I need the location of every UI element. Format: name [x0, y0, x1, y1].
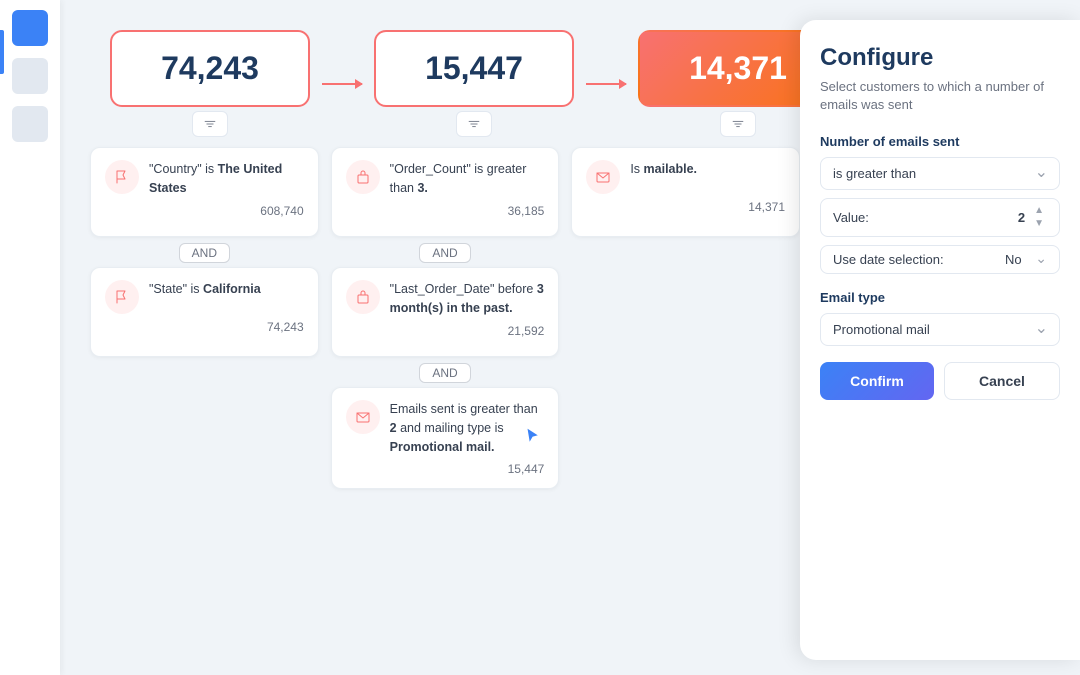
date-selection-label: Use date selection: [833, 252, 944, 267]
metric-box-1: 74,243 [110, 30, 310, 107]
email-type-select-wrapper[interactable]: Promotional mail Newsletter Transactiona… [820, 313, 1060, 346]
condition-card-order-count[interactable]: "Order_Count" is greater than 3. 36,185 [331, 147, 560, 237]
value-decrement[interactable]: ▼ [1031, 218, 1047, 230]
condition-text-order: "Order_Count" is greater than 3. [390, 160, 545, 198]
sidebar [0, 0, 60, 675]
sidebar-icon-gray-1[interactable] [12, 58, 48, 94]
condition-text-mailable: Is mailable. [630, 160, 697, 179]
metric-col-1: 74,243 [110, 30, 310, 137]
and-badge-3: AND [419, 363, 470, 383]
date-select-wrapper[interactable]: No Yes [1005, 252, 1047, 267]
value-label: Value: [833, 210, 869, 225]
metric-value-2: 15,447 [406, 50, 542, 87]
condition-card-mailable[interactable]: Is mailable. 14,371 [571, 147, 800, 237]
flow-area: 74,243 15,447 [80, 10, 810, 665]
value-stepper[interactable]: ▲ ▼ [1031, 205, 1047, 230]
main-content: 74,243 15,447 [60, 0, 1080, 675]
condition-count-emails: 15,447 [346, 462, 545, 476]
email-type-select[interactable]: Promotional mail Newsletter Transactiona… [820, 313, 1060, 346]
operator-select-wrapper[interactable]: is greater than is less than is equal to… [820, 157, 1060, 190]
metric-box-2: 15,447 [374, 30, 574, 107]
date-select[interactable]: No Yes [1005, 252, 1047, 267]
value-increment[interactable]: ▲ [1031, 205, 1047, 217]
cancel-button[interactable]: Cancel [944, 362, 1060, 400]
operator-select[interactable]: is greater than is less than is equal to… [820, 157, 1060, 190]
email-type-label: Email type [820, 290, 1060, 305]
and-badge-2: AND [419, 243, 470, 263]
arrow-1 [310, 83, 374, 85]
envelope-icon-2 [346, 400, 380, 434]
flag-icon-1 [105, 160, 139, 194]
condition-text-last-order: "Last_Order_Date" before 3 month(s) in t… [390, 280, 545, 318]
value-number: 2 [1018, 210, 1025, 225]
cursor-pointer-icon [522, 425, 544, 452]
condition-text-emails: Emails sent is greater than 2 and mailin… [390, 400, 545, 456]
configure-subtitle: Select customers to which a number of em… [820, 78, 1060, 114]
value-row: Value: 2 ▲ ▼ [820, 198, 1060, 237]
condition-count-state: 74,243 [105, 320, 304, 334]
condition-count-mailable: 14,371 [586, 200, 785, 214]
metric-value-1: 74,243 [142, 50, 278, 87]
filter-icon-1[interactable] [192, 111, 228, 137]
and-badge-1: AND [179, 243, 230, 263]
condition-card-state[interactable]: "State" is California 74,243 [90, 267, 319, 357]
condition-card-country[interactable]: "Country" is The United States 608,740 [90, 147, 319, 237]
flag-icon-2 [105, 280, 139, 314]
config-emails-label: Number of emails sent [820, 134, 1060, 149]
config-buttons: Confirm Cancel [820, 362, 1060, 400]
filter-icon-3[interactable] [720, 111, 756, 137]
condition-text-country: "Country" is The United States [149, 160, 304, 198]
configure-panel: Configure Select customers to which a nu… [800, 20, 1080, 660]
condition-card-emails[interactable]: Emails sent is greater than 2 and mailin… [331, 387, 560, 489]
metric-value-3: 14,371 [670, 50, 806, 87]
metric-col-2: 15,447 [374, 30, 574, 137]
sidebar-active-indicator [0, 30, 4, 74]
arrow-2 [574, 83, 638, 85]
filter-icon-2[interactable] [456, 111, 492, 137]
confirm-button[interactable]: Confirm [820, 362, 934, 400]
condition-text-state: "State" is California [149, 280, 261, 299]
sidebar-icon-blue[interactable] [12, 10, 48, 46]
bag-icon-2 [346, 280, 380, 314]
condition-card-last-order[interactable]: "Last_Order_Date" before 3 month(s) in t… [331, 267, 560, 357]
condition-count-order: 36,185 [346, 204, 545, 218]
bag-icon-1 [346, 160, 380, 194]
envelope-icon-1 [586, 160, 620, 194]
configure-title: Configure [820, 44, 1060, 72]
date-selection-row: Use date selection: No Yes [820, 245, 1060, 274]
condition-count-last-order: 21,592 [346, 324, 545, 338]
condition-count-country: 608,740 [105, 204, 304, 218]
sidebar-icon-gray-2[interactable] [12, 106, 48, 142]
